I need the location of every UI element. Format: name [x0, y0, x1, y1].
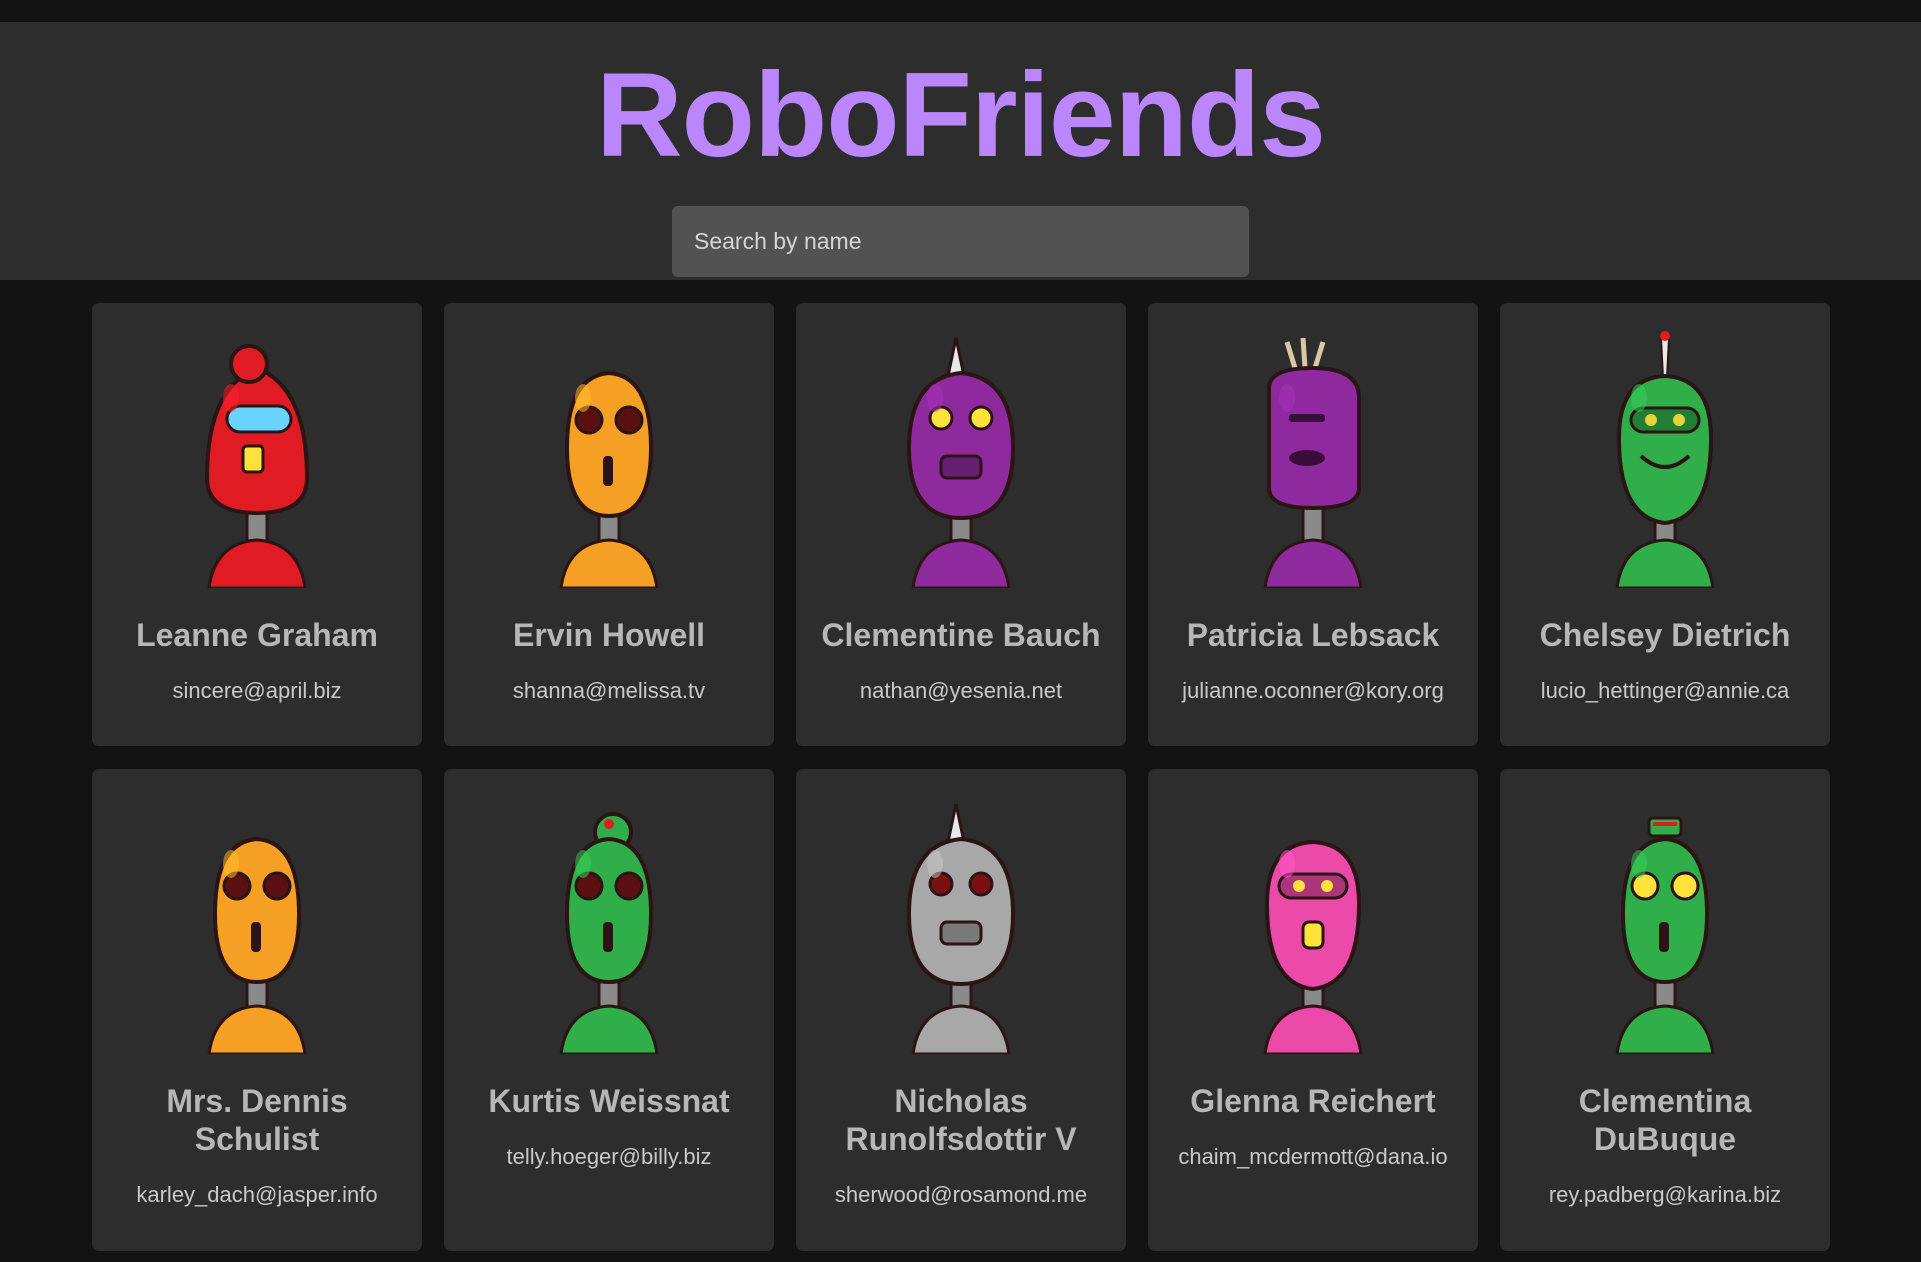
robot-name: Clementine Bauch — [821, 617, 1101, 653]
robot-name: Mrs. Dennis Schulist — [166, 1083, 348, 1157]
robot-avatar — [906, 337, 1016, 588]
robot-email: chaim_mcdermott@dana.io — [1178, 1144, 1448, 1169]
robot-email: shanna@melissa.tv — [512, 678, 706, 703]
robot-avatar — [1615, 816, 1715, 1054]
robot-name: Clementina DuBuque — [1578, 1083, 1752, 1157]
robot-name: Ervin Howell — [512, 617, 706, 653]
robot-card[interactable]: Glenna Reichert chaim_mcdermott@dana.io — [1148, 769, 1478, 1251]
robot-card[interactable]: Leanne Graham sincere@april.biz — [92, 303, 422, 746]
robot-email: lucio_hettinger@annie.ca — [1540, 678, 1790, 703]
robot-card[interactable]: Clementina DuBuque rey.padberg@karina.bi… — [1500, 769, 1830, 1251]
robot-avatar — [906, 803, 1016, 1054]
robot-card[interactable]: Nicholas Runolfsdottir V sherwood@rosamo… — [796, 769, 1126, 1251]
robot-avatar — [559, 812, 659, 1054]
robot-email: rey.padberg@karina.biz — [1548, 1182, 1782, 1207]
robot-card[interactable]: Clementine Bauch nathan@yesenia.net — [796, 303, 1126, 746]
robot-card[interactable]: Kurtis Weissnat telly.hoeger@billy.biz — [444, 769, 774, 1251]
robot-card[interactable]: Chelsey Dietrich lucio_hettinger@annie.c… — [1500, 303, 1830, 746]
app-title: RoboFriends — [596, 48, 1326, 182]
robot-avatar — [1615, 331, 1715, 588]
robot-name: Patricia Lebsack — [1186, 617, 1440, 653]
robot-card[interactable]: Ervin Howell shanna@melissa.tv — [444, 303, 774, 746]
search-input[interactable] — [672, 206, 1249, 277]
robot-name: Nicholas Runolfsdottir V — [845, 1083, 1077, 1157]
robot-name: Leanne Graham — [136, 617, 378, 653]
robot-avatar — [1263, 839, 1363, 1054]
robot-avatar — [1263, 337, 1363, 588]
robot-email: telly.hoeger@billy.biz — [506, 1144, 712, 1169]
robot-avatar — [204, 344, 310, 588]
robot-name: Kurtis Weissnat — [488, 1083, 730, 1119]
robot-card[interactable]: Mrs. Dennis Schulist karley_dach@jasper.… — [92, 769, 422, 1251]
robot-name: Glenna Reichert — [1190, 1083, 1436, 1119]
robot-email: nathan@yesenia.net — [859, 678, 1063, 703]
robot-avatar — [207, 836, 307, 1054]
robot-email: sherwood@rosamond.me — [834, 1182, 1088, 1207]
robot-email: karley_dach@jasper.info — [136, 1182, 378, 1207]
app-header: RoboFriends — [0, 22, 1921, 280]
robot-card[interactable]: Patricia Lebsack julianne.oconner@kory.o… — [1148, 303, 1478, 746]
top-strip — [0, 0, 1921, 22]
robot-email: sincere@april.biz — [172, 678, 342, 703]
robot-name: Chelsey Dietrich — [1539, 617, 1791, 653]
robot-email: julianne.oconner@kory.org — [1182, 678, 1444, 703]
robot-card-grid: Leanne Graham sincere@april.biz Ervin Ho… — [92, 303, 1830, 1251]
robot-avatar — [559, 370, 659, 588]
